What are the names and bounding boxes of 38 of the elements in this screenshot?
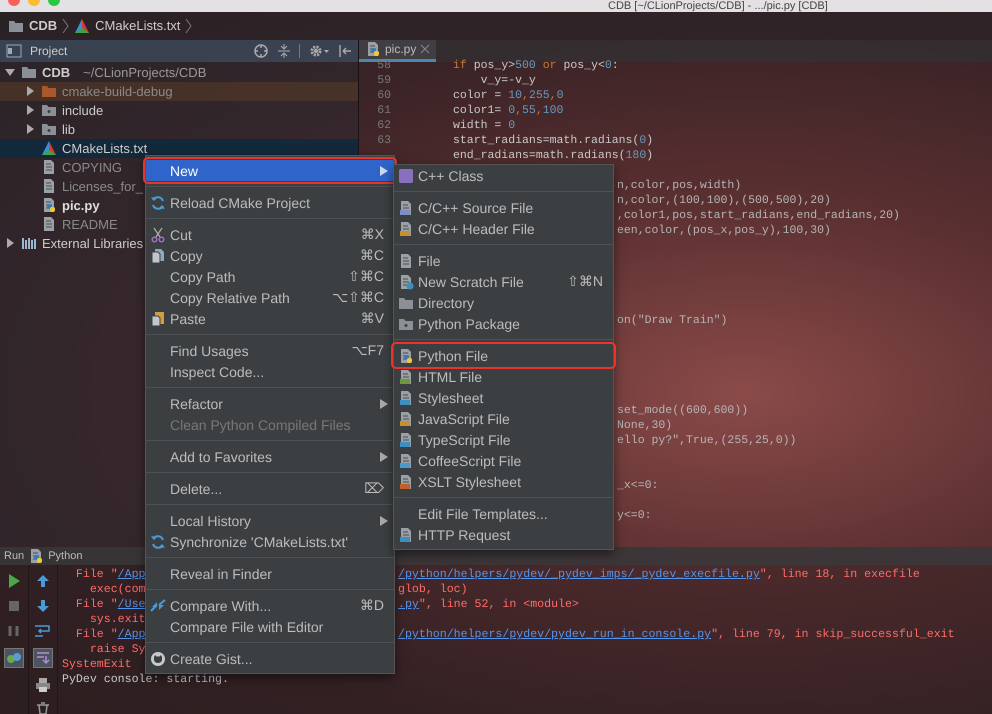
console-line: SystemExit [62, 658, 132, 673]
console-line: sys.exit [88, 613, 146, 628]
code-line: v_y=-v_y [480, 74, 536, 87]
console-line: glob, loc) [398, 583, 469, 598]
window-title: CDB [~/CLionProjects/CDB] - .../pic.py [CDB] [608, 0, 828, 12]
code-line: set_mode((600,600)) [617, 404, 748, 417]
code-line: ello py?",True,(255,25,0)) [617, 434, 796, 447]
code-line: n,color,(100,100),(500,500),20) [617, 194, 831, 207]
panel-title: Run [4, 550, 24, 562]
code-line: een,color,(pos_x,pos_y),100,30) [617, 224, 831, 237]
code-line: color = 10,255,0 [453, 88, 564, 102]
console-line: /python/helpers/pydev/_pydev_imps/_pydev_execfile.py", line 18, in execfile [398, 568, 921, 583]
code-line: width = 0 [453, 118, 516, 132]
code-line: None,30) [617, 418, 672, 432]
code-line: end_radians=math.radians(180) [453, 148, 654, 162]
panel-title: Project [30, 44, 68, 58]
code-line: on("Draw Train") [617, 314, 728, 327]
line-number: 62 [377, 118, 391, 132]
line-number: 59 [377, 74, 391, 87]
console-line: File "/App [74, 628, 146, 643]
console-line: raise Sy [88, 643, 146, 658]
run-config-label: Python [48, 550, 82, 562]
code-line: y<=0: [617, 508, 652, 522]
console-line: .py", line 52, in <module> [398, 598, 580, 613]
line-number: 60 [377, 88, 391, 102]
code-line: color1= 0,55,100 [453, 104, 564, 117]
code-line: start_radians=math.radians(0) [453, 134, 654, 147]
console-line: exec(com [88, 583, 146, 598]
console-line: File "/App [74, 568, 146, 583]
code-line: n,color,pos,width) [617, 178, 742, 192]
console-line: /python/helpers/pydev/pydev_run_in_console.py", line 79, in skip_successful_exit [398, 628, 955, 643]
code-line: _x<=0: [617, 478, 658, 492]
console-line: File "/Use [74, 598, 146, 613]
line-number: 63 [377, 134, 391, 147]
line-number: 61 [377, 104, 391, 117]
console-line: PyDev console: starting. [62, 673, 229, 688]
code-line: if pos_y>500 or pos_y<0: [453, 58, 619, 72]
code-line: ,color1,pos,start_radians,end_radians,20) [617, 208, 900, 222]
